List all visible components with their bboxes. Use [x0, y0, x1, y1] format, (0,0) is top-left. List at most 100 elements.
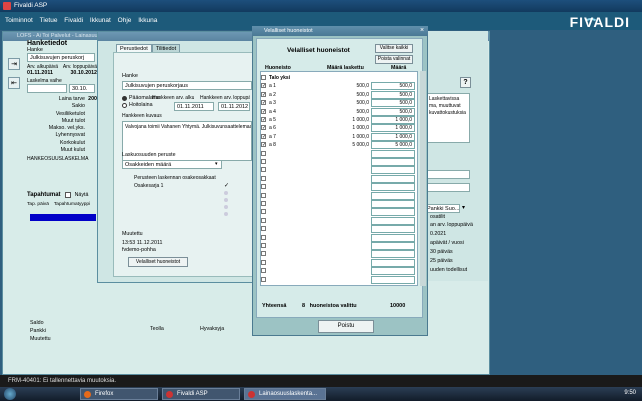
- radio-paaomalaina[interactable]: [122, 95, 127, 101]
- navigate-button[interactable]: ⇤: [8, 77, 20, 89]
- row-checkbox[interactable]: [261, 201, 266, 206]
- osakesarja-radio-3[interactable]: [224, 198, 228, 202]
- osakesarja-radio-2[interactable]: [224, 191, 228, 195]
- menu-ikkuna[interactable]: Ikkuna: [138, 17, 157, 24]
- row-checkbox[interactable]: ✓: [261, 100, 266, 106]
- row-checkbox[interactable]: [261, 167, 266, 173]
- grid-scrollbar[interactable]: [420, 71, 426, 286]
- maara-field[interactable]: [371, 216, 415, 225]
- maara-field[interactable]: [371, 183, 415, 192]
- valitse-kaikki-button[interactable]: Valitse kaikki: [375, 44, 413, 53]
- row-checkbox[interactable]: ✓: [261, 117, 266, 123]
- row-checkbox[interactable]: [261, 226, 266, 232]
- menu-ikkunat[interactable]: Ikkunat: [90, 17, 111, 24]
- row-checkbox[interactable]: ✓: [261, 108, 266, 114]
- right-item-1: osatilit: [430, 214, 446, 220]
- fivaldi-icon: [166, 391, 173, 398]
- row-checkbox[interactable]: [261, 259, 266, 265]
- mid-loppupaiva-field[interactable]: 01.11.2012: [218, 102, 250, 111]
- maara-field[interactable]: [371, 158, 415, 166]
- laskelma-vaihe-date[interactable]: 30.10.: [69, 84, 95, 93]
- radio-hoitolaina[interactable]: [122, 102, 127, 108]
- row-checkbox[interactable]: [261, 276, 266, 282]
- selected-transaction-row[interactable]: [30, 214, 96, 221]
- maara-field[interactable]: [371, 208, 415, 217]
- maara-field[interactable]: [371, 166, 415, 175]
- start-button[interactable]: [4, 388, 16, 400]
- hanke-field[interactable]: Julkisuvujen peruskorj: [27, 53, 95, 62]
- close-icon[interactable]: ×: [418, 27, 426, 35]
- empty-row: [261, 174, 419, 183]
- row-checkbox[interactable]: ✓: [261, 83, 266, 89]
- maara-field[interactable]: 500,0: [371, 90, 415, 99]
- talo-checkbox[interactable]: [261, 75, 266, 80]
- pankki-select[interactable]: Pankki Suo...: [424, 204, 460, 213]
- chevron-down-icon[interactable]: ▾: [215, 161, 218, 167]
- row-checkbox[interactable]: [261, 243, 266, 248]
- maara-field[interactable]: [371, 267, 415, 276]
- row-checkbox[interactable]: [261, 184, 266, 190]
- maara-field[interactable]: 1 000,0: [371, 116, 415, 124]
- maara-field[interactable]: [371, 233, 415, 242]
- maara-field[interactable]: [371, 242, 415, 250]
- loan-window-title: [98, 32, 261, 41]
- nayta-checkbox[interactable]: [64, 192, 71, 198]
- maara-field[interactable]: 5 000,0: [371, 141, 415, 150]
- row-checkbox[interactable]: [261, 251, 266, 257]
- row-checkbox[interactable]: [261, 209, 266, 215]
- maara-field[interactable]: [371, 250, 415, 259]
- row-checkbox[interactable]: [261, 234, 266, 240]
- menu-toiminnot[interactable]: Toiminnot: [5, 17, 33, 24]
- mid-alkupaiva-field[interactable]: 01.11.2011: [174, 102, 214, 111]
- row-checkbox[interactable]: ✓: [261, 125, 266, 131]
- laskennan-peruste-select[interactable]: Osakkeiden määrä: [122, 160, 222, 169]
- velalliset-huoneistot-button[interactable]: Velalliset huoneistot: [128, 257, 188, 267]
- row-checkbox[interactable]: [261, 159, 266, 164]
- row-checkbox[interactable]: [261, 268, 266, 274]
- osakesarja-radio-4[interactable]: [224, 205, 228, 209]
- summary-row: Yhteensä 8 huoneistoa valittu 10000: [262, 303, 422, 309]
- poista-valinnat-button[interactable]: Poista valinnat: [375, 55, 413, 64]
- hankeosuus-label: HANKEOSUUSLASKELMA: [27, 156, 89, 163]
- maara-field[interactable]: [371, 225, 415, 234]
- osakesarja-radio-5[interactable]: [224, 212, 228, 216]
- right-field-1[interactable]: [424, 170, 470, 179]
- pin-button[interactable]: ⇥: [8, 58, 20, 70]
- huoneisto-row: ✓ a 8 5 000,0 5 000,0: [261, 141, 419, 150]
- pankki-chevron-icon[interactable]: ▾: [462, 204, 465, 211]
- maara-field[interactable]: [371, 191, 415, 200]
- row-checkbox[interactable]: ✓: [261, 91, 266, 97]
- menu-tietue[interactable]: Tietue: [40, 17, 58, 24]
- maara-laskettu: 5 000,0: [352, 142, 369, 149]
- row-muut-tulot: Muut tulot: [61, 117, 85, 124]
- menu-ohje[interactable]: Ohje: [118, 17, 132, 24]
- row-checkbox[interactable]: [261, 192, 266, 198]
- maara-field[interactable]: 500,0: [371, 107, 415, 116]
- menu-fivaldi[interactable]: Fivaldi: [64, 17, 83, 24]
- mid-hanke-field[interactable]: Julkisuvujen peruskorjaus: [122, 81, 252, 90]
- maara-field[interactable]: 1 000,0: [371, 132, 415, 141]
- maara-field[interactable]: 500,0: [371, 99, 415, 108]
- row-checkbox[interactable]: [261, 175, 266, 181]
- maara-field[interactable]: [371, 258, 415, 267]
- osakesarja-check-icon[interactable]: ✓: [224, 182, 229, 189]
- maara-field[interactable]: [371, 275, 415, 284]
- row-checkbox[interactable]: [261, 150, 266, 156]
- row-checkbox[interactable]: [261, 217, 266, 223]
- task-fivaldi[interactable]: Fivaldi ASP: [162, 388, 240, 400]
- help-icon[interactable]: ?: [460, 77, 471, 88]
- row-checkbox[interactable]: ✓: [261, 133, 266, 139]
- right-item-4: apäivät / vuosi: [430, 240, 464, 246]
- laskelma-vaihe-select[interactable]: [27, 84, 67, 93]
- row-checkbox[interactable]: ✓: [261, 142, 266, 148]
- maara-field[interactable]: [371, 174, 415, 183]
- maara-field[interactable]: [371, 200, 415, 208]
- poistu-button[interactable]: Poistu: [318, 320, 374, 333]
- maara-field[interactable]: 500,0: [371, 82, 415, 91]
- maara-field[interactable]: [371, 149, 415, 158]
- maara-field[interactable]: 1 000,0: [371, 124, 415, 133]
- task-lainaosuus[interactable]: Lainaosuuslaskenta...: [244, 388, 326, 400]
- right-field-2[interactable]: [424, 183, 470, 192]
- task-fivaldi-label: Fivaldi ASP: [177, 391, 208, 397]
- task-firefox[interactable]: Firefox: [80, 388, 158, 400]
